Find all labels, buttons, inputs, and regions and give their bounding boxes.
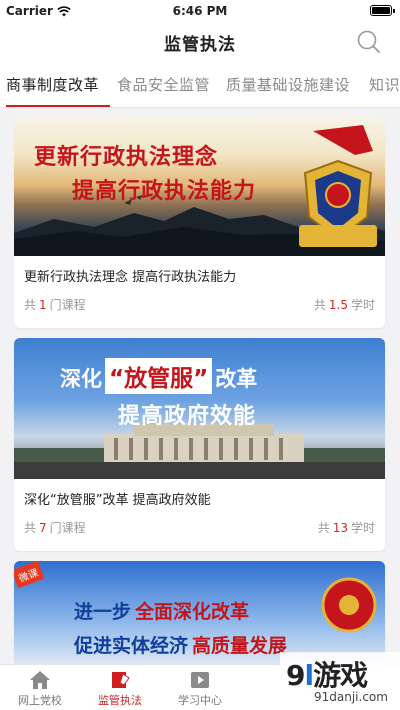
- play-icon: [191, 672, 209, 688]
- watermark-domain: 91danji.com: [314, 690, 388, 704]
- category-tabs: 商事制度改革 食品安全监管 质量基础设施建设 知识: [0, 62, 400, 108]
- tab-quality-infrastructure[interactable]: 质量基础设施建设: [226, 74, 350, 95]
- banner-headline-1: 进一步 全面深化改革: [74, 601, 250, 623]
- tab-label: 监管执法: [98, 694, 142, 707]
- tab-label: 学习中心: [178, 694, 222, 707]
- tab-label: 网上党校: [18, 694, 62, 707]
- banner-headline-1: 深化 “放管服” 改革: [60, 358, 257, 394]
- navigation-bar: 监管执法: [0, 22, 400, 62]
- course-banner: 更新行政执法理念 提高行政执法能力: [14, 115, 385, 256]
- active-tab-indicator: [6, 105, 110, 107]
- course-banner: 微课 进一步 全面深化改革 促进实体经济 高质量发展: [14, 561, 385, 664]
- course-card[interactable]: 更新行政执法理念 提高行政执法能力 更新行政执法理念 提高行政执法能力 共 1 门课…: [14, 115, 385, 328]
- course-meta: 共 7 门课程 共 13 学时: [24, 519, 375, 536]
- course-title[interactable]: 更新行政执法理念 提高行政执法能力: [24, 266, 236, 285]
- course-title[interactable]: 深化“放管服”改革 提高政府效能: [24, 489, 211, 508]
- micro-lesson-badge: 微课: [14, 561, 45, 589]
- course-count: 共 7 门课程: [24, 521, 86, 535]
- banner-headline-2: 提高政府效能: [118, 404, 257, 429]
- tab-knowledge[interactable]: 知识: [369, 74, 400, 95]
- course-count: 共 1 门课程: [24, 298, 86, 312]
- course-meta: 共 1 门课程 共 1.5 学时: [24, 296, 375, 313]
- course-hours: 共 1.5 学时: [313, 298, 375, 312]
- police-emblem-icon: [299, 125, 377, 247]
- banner-headline-2: 提高行政执法能力: [72, 179, 257, 204]
- status-bar: Carrier 6:46 PM: [0, 0, 400, 22]
- banner-headline-2: 促进实体经济 高质量发展: [74, 635, 288, 657]
- home-icon: [30, 671, 50, 689]
- page-title: 监管执法: [164, 35, 236, 55]
- banner-headline-1: 更新行政执法理念: [34, 145, 219, 170]
- tab-online-party-school[interactable]: 网上党校: [0, 665, 80, 710]
- book-icon: [112, 672, 130, 688]
- tab-business-system-reform[interactable]: 商事制度改革: [6, 74, 99, 95]
- status-time: 6:46 PM: [172, 4, 228, 18]
- site-watermark: 9l游戏 91danji.com: [280, 652, 400, 710]
- tab-food-safety[interactable]: 食品安全监管: [117, 74, 210, 95]
- tab-learning-center[interactable]: 学习中心: [160, 665, 240, 710]
- watermark-logo: 9l游戏: [286, 659, 368, 692]
- course-card[interactable]: 微课 进一步 全面深化改革 促进实体经济 高质量发展: [14, 561, 385, 664]
- emblem-icon: [321, 577, 377, 633]
- battery-icon: [370, 5, 395, 16]
- tab-supervision-enforcement[interactable]: 监管执法: [80, 665, 160, 710]
- course-hours: 共 13 学时: [317, 521, 375, 535]
- search-icon[interactable]: [356, 29, 382, 55]
- course-card[interactable]: 深化 “放管服” 改革 提高政府效能 深化“放管服”改革 提高政府效能 共 7 门课程 …: [14, 338, 385, 551]
- course-banner: 深化 “放管服” 改革 提高政府效能: [14, 338, 385, 479]
